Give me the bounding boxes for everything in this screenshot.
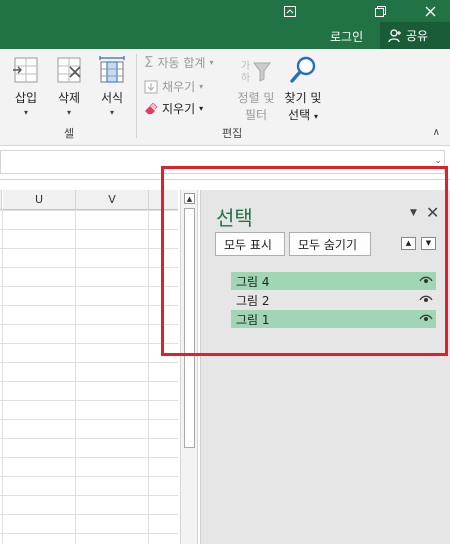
hide-all-button[interactable]: 모두 숨기기: [289, 232, 371, 256]
grid-row-line: [0, 324, 178, 325]
sort-filter-icon: 가 하: [241, 60, 271, 84]
worksheet-grid[interactable]: U V: [0, 190, 178, 544]
grid-col-line: [2, 210, 3, 544]
insert-cells-button[interactable]: 삽입 ▾: [8, 55, 44, 117]
account-bar: 로그인 공유: [0, 22, 450, 49]
clear-label: 지우기: [162, 102, 196, 116]
chevron-down-icon: ▾: [109, 108, 114, 117]
grid-row-line: [0, 476, 178, 477]
vertical-scrollbar[interactable]: ▲: [180, 190, 198, 544]
grid-row-line: [0, 248, 178, 249]
title-bar: [0, 0, 450, 22]
grid-row-line: [0, 419, 178, 420]
eye-icon[interactable]: [419, 294, 433, 304]
sort-filter-label-1: 정렬 및: [237, 91, 275, 105]
format-cells-button[interactable]: 서식 ▾: [94, 55, 130, 117]
insert-cells-icon: [13, 57, 38, 83]
grid-row-line: [0, 457, 178, 458]
autosum-label: 자동 합계: [157, 55, 206, 70]
find-select-label-2: 선택 ▾: [288, 108, 318, 122]
column-header-prev[interactable]: [0, 190, 2, 210]
ribbon: 삽입 ▾ 삭제 ▾ 서식 ▾ 셀 Σ 자동 합계 ▾ 채우기 ▾ 지우기 ▾ 가…: [0, 49, 450, 146]
cells-group-label: 셀: [64, 127, 75, 140]
delete-label: 삭제: [57, 91, 81, 105]
svg-text:가: 가: [241, 60, 250, 72]
close-icon[interactable]: ✕: [426, 203, 439, 222]
sigma-icon: Σ: [144, 53, 154, 71]
show-all-button[interactable]: 모두 표시: [215, 232, 285, 256]
insert-label: 삽입: [14, 91, 38, 105]
item-label: 그림 1: [236, 312, 270, 327]
fill-down-icon: [144, 80, 158, 93]
grid-row-line: [0, 305, 178, 306]
item-label: 그림 2: [236, 293, 270, 308]
grid-row-line: [0, 381, 178, 382]
restore-window-icon[interactable]: [360, 0, 400, 22]
find-select-button[interactable]: 찾기 및 선택 ▾: [281, 55, 325, 123]
pane-options-icon[interactable]: ▼: [410, 208, 417, 218]
grid-row-line: [0, 514, 178, 515]
svg-text:하: 하: [241, 71, 250, 84]
pane-title: 선택: [216, 206, 253, 230]
find-select-label-1: 찾기 및: [284, 91, 322, 105]
autosum-button[interactable]: Σ 자동 합계 ▾: [144, 53, 213, 71]
eye-icon[interactable]: [419, 313, 433, 323]
delete-cells-icon: [57, 57, 81, 83]
selection-pane: 선택 ▼ ✕ 모두 표시 모두 숨기기 ▲ ▼ 그림 4 그림 2 그림 1: [200, 190, 450, 544]
list-item[interactable]: 그림 4: [231, 272, 436, 290]
grid-col-line: [148, 210, 149, 544]
group-divider: [136, 54, 137, 138]
formula-input[interactable]: [0, 150, 445, 174]
item-label: 그림 4: [236, 274, 270, 289]
close-icon[interactable]: [410, 0, 450, 22]
grid-row-line: [0, 267, 178, 268]
sort-filter-button[interactable]: 가 하 정렬 및 필터: [234, 57, 278, 123]
editing-group-label: 편집: [222, 127, 243, 140]
chevron-down-icon: ▾: [23, 108, 28, 117]
chevron-down-icon: ▾: [199, 82, 204, 91]
formula-bar: ⌄: [0, 146, 450, 180]
column-header-v[interactable]: V: [76, 190, 149, 210]
grid-row-line: [0, 533, 178, 534]
grid-row-line: [0, 362, 178, 363]
share-label: 공유: [406, 29, 429, 43]
ribbon-display-options-icon[interactable]: [270, 0, 310, 22]
list-item[interactable]: 그림 2: [231, 291, 436, 309]
eraser-icon: [145, 102, 158, 114]
grid-row-line: [0, 438, 178, 439]
grid-col-line: [75, 210, 76, 544]
chevron-down-icon: ▾: [209, 57, 214, 67]
grid-row-line: [0, 286, 178, 287]
chevron-down-icon: ▾: [66, 108, 71, 117]
chevron-down-icon: ▾: [313, 112, 318, 121]
magnifier-icon: [290, 56, 316, 83]
grid-row-line: [0, 229, 178, 230]
list-item[interactable]: 그림 1: [231, 310, 436, 328]
delete-cells-button[interactable]: 삭제 ▾: [51, 55, 87, 117]
grid-row-line: [0, 210, 178, 211]
grid-row-line: [0, 495, 178, 496]
send-backward-icon[interactable]: ▼: [421, 237, 436, 250]
share-button[interactable]: 공유: [380, 22, 450, 49]
fill-label: 채우기: [162, 80, 196, 94]
eye-icon[interactable]: [419, 275, 433, 285]
chevron-down-icon: ▾: [199, 104, 204, 113]
sort-filter-label-2: 필터: [244, 108, 268, 122]
clear-button[interactable]: 지우기 ▾: [144, 100, 203, 117]
scroll-up-icon[interactable]: ▲: [184, 193, 195, 204]
expand-formula-bar-icon[interactable]: ⌄: [434, 156, 442, 166]
column-header-next[interactable]: [149, 190, 178, 210]
fill-button[interactable]: 채우기 ▾: [144, 78, 203, 95]
bring-forward-icon[interactable]: ▲: [401, 237, 416, 250]
collapse-ribbon-icon[interactable]: ∧: [433, 127, 440, 138]
login-link[interactable]: 로그인: [330, 28, 363, 45]
person-add-icon: [388, 28, 401, 42]
format-cells-icon: [99, 56, 125, 83]
format-label: 서식: [100, 91, 124, 105]
grid-row-line: [0, 343, 178, 344]
grid-row-line: [0, 400, 178, 401]
column-header-u[interactable]: U: [3, 190, 76, 210]
scroll-thumb[interactable]: [184, 208, 195, 448]
